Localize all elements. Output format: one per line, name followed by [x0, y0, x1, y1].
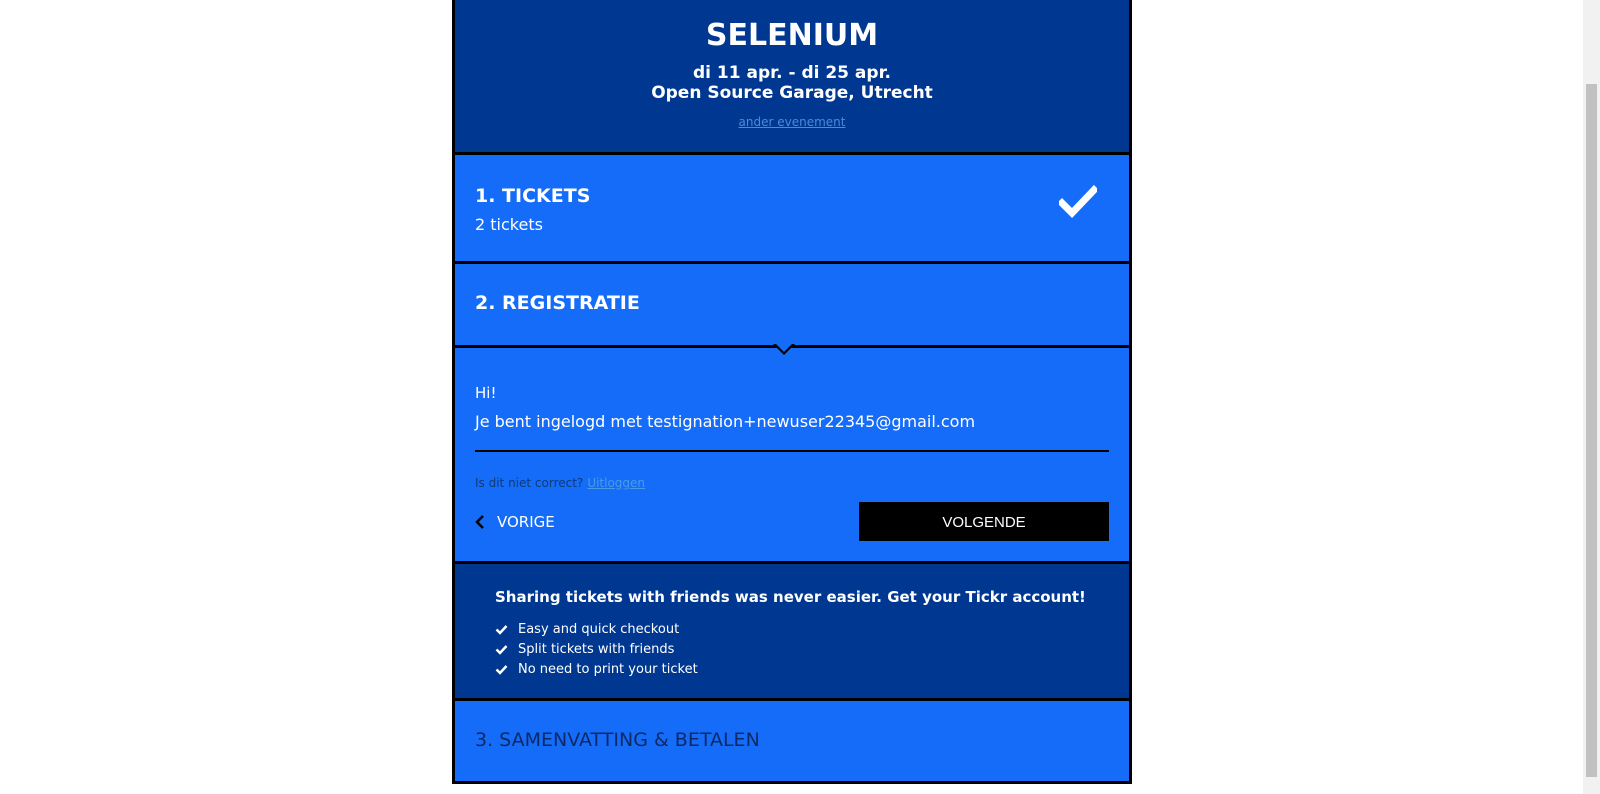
list-item: No need to print your ticket [495, 659, 698, 679]
previous-button-label: VORIGE [497, 513, 555, 531]
scrollbar-thumb[interactable] [1586, 84, 1597, 777]
step-samenvatting: 3. SAMENVATTING & BETALEN [455, 701, 1129, 781]
scrollbar[interactable] [1583, 0, 1600, 794]
event-location: Open Source Garage, Utrecht [651, 83, 933, 103]
change-event-link[interactable]: ander evenement [455, 115, 1129, 129]
next-button[interactable]: VOLGENDE [859, 502, 1109, 541]
event-title: SELENIUM [705, 18, 879, 53]
divider [475, 450, 1109, 452]
tickr-promo: Sharing tickets with friends was never e… [455, 564, 1129, 698]
promo-item-label: No need to print your ticket [518, 661, 698, 677]
logout-link[interactable]: Uitloggen [587, 476, 645, 490]
list-item: Easy and quick checkout [495, 619, 698, 639]
chevron-left-icon [475, 515, 484, 529]
checkmark-icon [1059, 185, 1097, 219]
promo-item-label: Easy and quick checkout [518, 621, 680, 637]
greeting: Hi! [475, 384, 497, 402]
checkmark-icon [495, 644, 508, 655]
list-item: Split tickets with friends [495, 639, 698, 659]
checkout-card: SELENIUM di 11 apr. - di 25 apr. Open So… [452, 0, 1132, 784]
step-registratie-title: 2. REGISTRATIE [475, 292, 640, 314]
checkmark-icon [495, 664, 508, 675]
step-samenvatting-title: 3. SAMENVATTING & BETALEN [475, 729, 760, 751]
not-correct-label: Is dit niet correct? [475, 476, 584, 490]
step-tickets[interactable]: 1. TICKETS 2 tickets [455, 155, 1129, 261]
active-step-caret-inner [776, 344, 792, 352]
step-tickets-title: 1. TICKETS [475, 185, 591, 207]
promo-list: Easy and quick checkout Split tickets wi… [495, 619, 698, 679]
step-tickets-summary: 2 tickets [475, 215, 543, 234]
not-correct-line: Is dit niet correct? Uitloggen [475, 476, 645, 490]
promo-title: Sharing tickets with friends was never e… [495, 588, 1086, 606]
event-dates: di 11 apr. - di 25 apr. [693, 63, 891, 83]
registration-panel: Hi! Je bent ingelogd met testignation+ne… [455, 344, 1129, 561]
checkmark-icon [495, 624, 508, 635]
promo-item-label: Split tickets with friends [518, 641, 675, 657]
logged-in-message: Je bent ingelogd met testignation+newuse… [475, 412, 976, 431]
step-registratie: 2. REGISTRATIE [455, 264, 1129, 345]
event-header: SELENIUM di 11 apr. - di 25 apr. Open So… [455, 0, 1129, 152]
previous-button[interactable]: VORIGE [475, 511, 555, 533]
